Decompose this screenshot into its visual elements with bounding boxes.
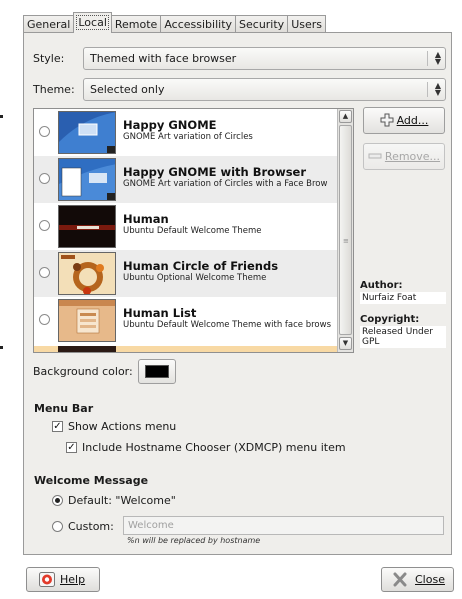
- custom-welcome-radio[interactable]: [52, 521, 63, 532]
- welcome-heading: Welcome Message: [34, 474, 149, 487]
- theme-name: Happy GNOME: [123, 118, 217, 132]
- list-item[interactable]: Happy GNOME GNOME Art variation of Circl…: [34, 109, 337, 156]
- list-item[interactable]: Human List Ubuntu Default Welcome Theme …: [34, 297, 337, 344]
- tab-general[interactable]: General: [23, 15, 75, 33]
- tab-local-label: Local: [76, 15, 109, 30]
- hostname-hint: %n will be replaced by hostname: [127, 536, 261, 545]
- copyright-value: Released Under GPL: [360, 326, 446, 348]
- theme-thumbnail: [58, 346, 116, 352]
- copyright-line: GPL: [362, 337, 380, 347]
- theme-description: GNOME Art variation of Circles with a Fa…: [123, 179, 328, 189]
- default-welcome-radio[interactable]: [52, 495, 63, 506]
- style-label: Style:: [33, 52, 65, 65]
- theme-thumbnail: [58, 252, 116, 295]
- theme-name: Human List: [123, 306, 197, 320]
- author-label: Author:: [360, 280, 403, 291]
- author-value: Nurfaiz Foat: [360, 292, 446, 304]
- tab-users[interactable]: Users: [287, 15, 326, 33]
- theme-radio[interactable]: [39, 267, 50, 278]
- list-item-partial: [34, 346, 337, 352]
- include-hostname-label: Include Hostname Chooser (XDMCP) menu it…: [82, 441, 346, 454]
- style-combo-value: Themed with face browser: [90, 52, 237, 65]
- show-actions-checkbox[interactable]: ✓: [52, 421, 63, 432]
- default-welcome-label: Default: "Welcome": [68, 494, 176, 507]
- edge-mark-bottom: [0, 346, 3, 349]
- color-swatch: [145, 365, 169, 378]
- list-scrollbar[interactable]: ▲ ≡ ▼: [337, 109, 353, 352]
- add-button-label: Add...: [396, 114, 429, 127]
- theme-radio[interactable]: [39, 220, 50, 231]
- theme-list: Happy GNOME GNOME Art variation of Circl…: [33, 108, 354, 353]
- scrollbar-thumb[interactable]: ≡: [339, 125, 352, 335]
- close-x-icon: [393, 572, 407, 587]
- background-color-button[interactable]: [138, 359, 176, 384]
- theme-name: Happy GNOME with Browser: [123, 165, 307, 179]
- show-actions-label: Show Actions menu: [68, 420, 177, 433]
- theme-description: GNOME Art variation of Circles: [123, 132, 253, 142]
- help-button-label: Help: [60, 573, 86, 586]
- arrow-up-icon[interactable]: ▲: [339, 110, 352, 123]
- list-item[interactable]: Human Circle of Friends Ubuntu Optional …: [34, 250, 337, 297]
- theme-radio[interactable]: [39, 314, 50, 325]
- theme-thumbnail: [58, 158, 116, 201]
- remove-button-label: Remove...: [384, 150, 441, 163]
- theme-combo[interactable]: Selected only ▲ ▼: [83, 78, 446, 101]
- theme-name: Human Circle of Friends: [123, 259, 279, 273]
- remove-button[interactable]: Remove...: [363, 143, 445, 170]
- theme-thumbnail: [58, 205, 116, 248]
- close-button-label: Close: [415, 573, 445, 586]
- tab-security[interactable]: Security: [235, 15, 289, 33]
- copyright-line: Released Under: [362, 327, 433, 337]
- updown-arrows-icon: ▲ ▼: [427, 82, 441, 97]
- updown-arrows-icon: ▲ ▼: [427, 51, 441, 66]
- theme-description: Ubuntu Default Welcome Theme with face b…: [123, 320, 332, 330]
- theme-radio[interactable]: [39, 173, 50, 184]
- theme-combo-value: Selected only: [90, 83, 165, 96]
- plus-icon: [380, 113, 394, 127]
- theme-label: Theme:: [33, 83, 75, 96]
- add-button[interactable]: Add...: [363, 107, 445, 134]
- tab-bar: General Local Remote Accessibility Secur…: [23, 12, 326, 33]
- tab-accessibility[interactable]: Accessibility: [160, 15, 237, 33]
- list-item[interactable]: Happy GNOME with Browser GNOME Art varia…: [34, 156, 337, 203]
- lifebuoy-icon: [39, 572, 55, 587]
- menu-bar-heading: Menu Bar: [34, 402, 94, 415]
- theme-name: Human: [123, 212, 169, 226]
- background-color-label: Background color:: [33, 365, 133, 378]
- theme-description: Ubuntu Optional Welcome Theme: [123, 273, 267, 283]
- custom-welcome-label: Custom:: [68, 520, 114, 533]
- include-hostname-checkbox[interactable]: ✓: [66, 442, 77, 453]
- grip-icon: ≡: [343, 237, 349, 245]
- edge-mark-top: [0, 115, 3, 118]
- theme-thumbnail: [58, 111, 116, 154]
- help-button[interactable]: Help: [26, 567, 100, 592]
- tab-local[interactable]: Local: [73, 12, 112, 33]
- arrow-down-icon[interactable]: ▼: [339, 337, 352, 350]
- style-combo[interactable]: Themed with face browser ▲ ▼: [83, 47, 446, 70]
- tab-remote[interactable]: Remote: [110, 15, 162, 33]
- theme-description: Ubuntu Default Welcome Theme: [123, 226, 262, 236]
- theme-radio[interactable]: [39, 126, 50, 137]
- close-button[interactable]: Close: [381, 567, 454, 592]
- list-item[interactable]: Human Ubuntu Default Welcome Theme: [34, 203, 337, 250]
- copyright-label: Copyright:: [360, 314, 420, 325]
- custom-welcome-field[interactable]: Welcome: [123, 516, 444, 535]
- theme-thumbnail: [58, 299, 116, 342]
- minus-icon: [368, 153, 382, 159]
